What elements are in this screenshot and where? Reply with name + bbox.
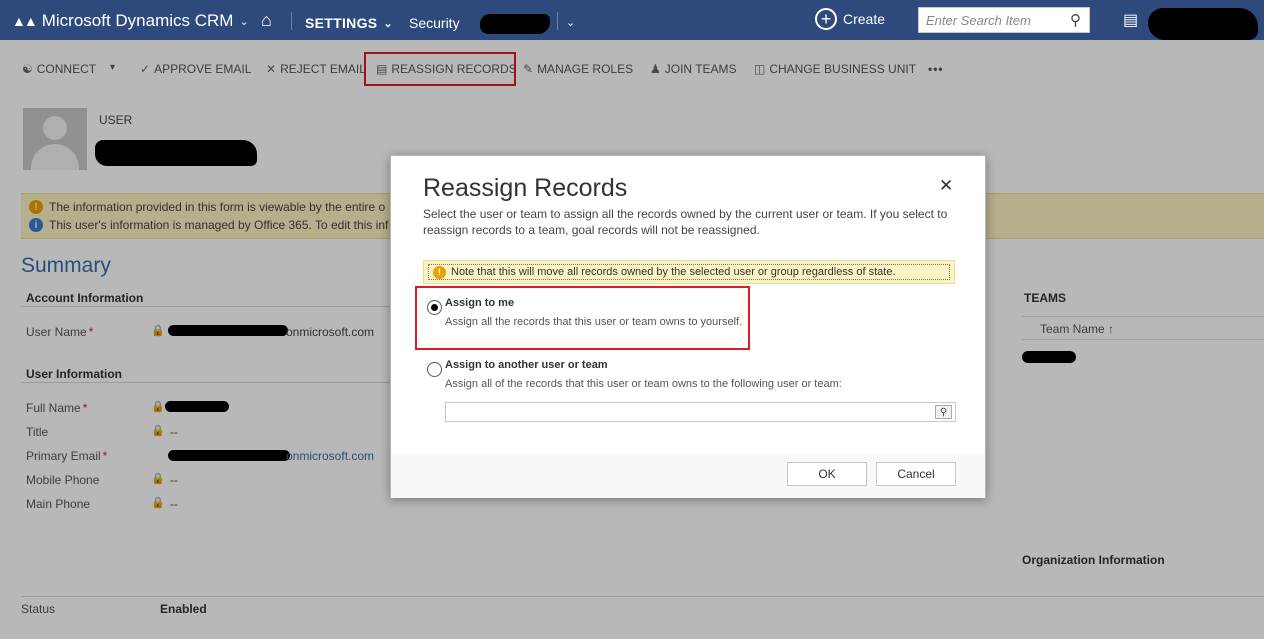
dialog-warning-bar: ! Note that this will move all records o… — [423, 260, 955, 284]
nav-settings-menu[interactable]: SETTINGS ⌄ — [305, 15, 393, 31]
redacted-record-name — [480, 14, 550, 34]
recent-items-icon[interactable]: ▤ — [1123, 10, 1138, 30]
nav-subarea-security[interactable]: Security — [409, 15, 460, 31]
search-icon[interactable]: ⚲ — [1070, 11, 1081, 29]
warning-icon: ! — [433, 265, 446, 279]
user-team-lookup-input[interactable]: ⚲ — [445, 402, 956, 422]
ok-button[interactable]: OK — [787, 462, 867, 486]
chevron-down-icon: ⌄ — [383, 17, 393, 30]
warning-text: Note that this will move all records own… — [451, 266, 896, 278]
lookup-icon[interactable]: ⚲ — [935, 405, 952, 419]
nav-divider — [291, 12, 292, 30]
redacted-user-avatar[interactable] — [1148, 8, 1258, 40]
create-label: Create — [843, 11, 886, 27]
search-box[interactable]: Enter Search Item ⚲ — [918, 7, 1090, 33]
dialog-description: Select the user or team to assign all th… — [423, 207, 948, 237]
reassign-records-dialog: Reassign Records ✕ Select the user or te… — [390, 155, 986, 498]
search-placeholder: Enter Search Item — [926, 13, 1031, 28]
close-icon[interactable]: ✕ — [939, 176, 953, 196]
home-icon[interactable]: ⌂ — [261, 10, 272, 31]
assign-to-me-highlight — [415, 286, 750, 350]
dialog-title: Reassign Records — [423, 174, 628, 202]
nav-area-label: SETTINGS — [305, 15, 378, 31]
cancel-button[interactable]: Cancel — [876, 462, 956, 486]
app-title: Microsoft Dynamics CRM — [41, 11, 234, 30]
top-nav-bar: ▲▲ Microsoft Dynamics CRM ⌄ ⌂ SETTINGS ⌄… — [0, 0, 1264, 40]
warning-content: ! Note that this will move all records o… — [428, 264, 950, 280]
assign-to-another-title[interactable]: Assign to another user or team — [445, 359, 608, 371]
assign-to-another-description: Assign all of the records that this user… — [445, 378, 842, 390]
chevron-down-icon: ⌄ — [239, 15, 249, 28]
assign-to-another-radio[interactable] — [427, 362, 442, 377]
create-button[interactable]: + Create — [815, 8, 885, 30]
dialog-footer: OK Cancel — [391, 454, 985, 498]
chevron-down-icon[interactable]: ⌄ — [566, 16, 575, 29]
app-title-menu[interactable]: ▲▲ Microsoft Dynamics CRM ⌄ — [12, 11, 249, 31]
nav-divider — [557, 12, 558, 30]
dynamics-logo-icon: ▲▲ — [12, 13, 38, 29]
plus-icon: + — [815, 8, 837, 30]
